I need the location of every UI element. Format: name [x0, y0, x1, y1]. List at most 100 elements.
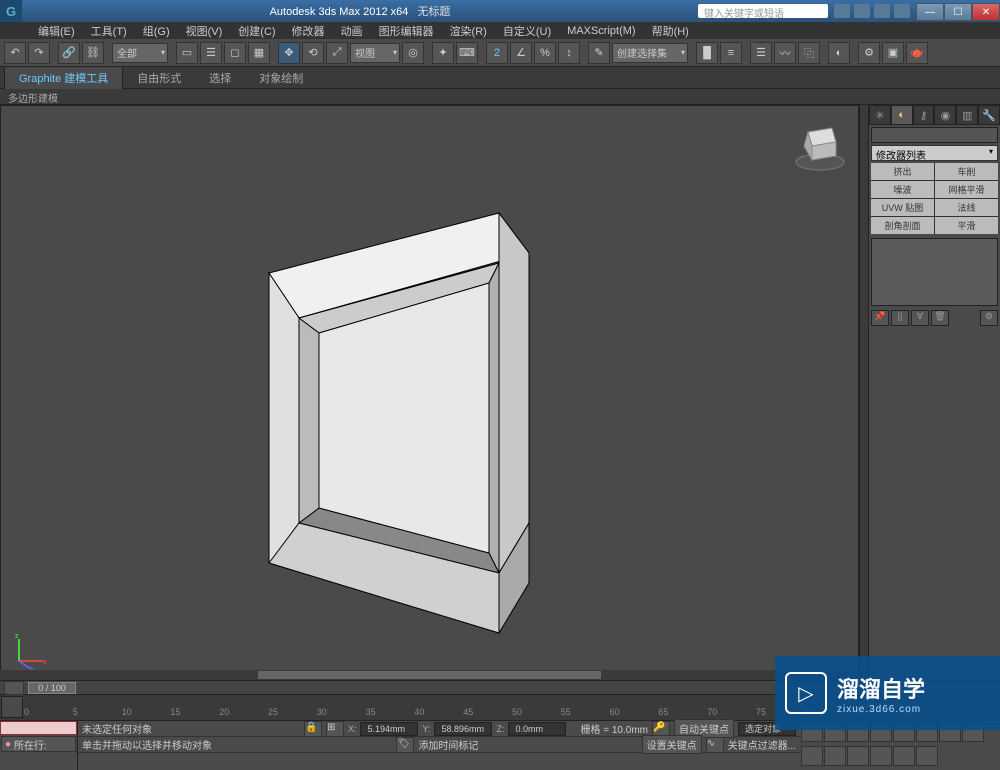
menu-group[interactable]: 组(G): [135, 23, 178, 39]
maximize-button[interactable]: ☐: [944, 3, 972, 21]
named-selection-dropdown[interactable]: 创建选择集: [612, 43, 688, 63]
show-end-result-button[interactable]: ||: [891, 310, 909, 326]
spinner-snap-button[interactable]: ↕: [558, 42, 580, 64]
cmd-tab-hierarchy[interactable]: ⚷: [913, 105, 935, 125]
minimize-button[interactable]: —: [916, 3, 944, 21]
app-icon[interactable]: G: [0, 0, 22, 22]
menu-maxscript[interactable]: MAXScript(M): [559, 25, 643, 37]
link-button[interactable]: 🔗: [58, 42, 80, 64]
time-slider-handle[interactable]: 0 / 100: [28, 682, 76, 694]
snap-percent-button[interactable]: %: [534, 42, 556, 64]
menu-tools[interactable]: 工具(T): [83, 23, 135, 39]
lock-selection-button[interactable]: 🔒: [304, 721, 322, 737]
unlink-button[interactable]: ⛓: [82, 42, 104, 64]
select-by-name-button[interactable]: ☰: [200, 42, 222, 64]
ribbon-item-selection[interactable]: 选择: [195, 70, 245, 86]
menu-edit[interactable]: 编辑(E): [30, 23, 83, 39]
mod-extrude[interactable]: 挤出: [871, 163, 934, 180]
cmd-tab-display[interactable]: ▥: [956, 105, 978, 125]
mod-bevel[interactable]: 剖角剖面: [871, 217, 934, 234]
material-editor-button[interactable]: ◐: [828, 42, 850, 64]
ribbon-tab-graphite[interactable]: Graphite 建模工具: [4, 66, 123, 89]
mirror-button[interactable]: ▐▌: [696, 42, 718, 64]
rendered-frame-button[interactable]: ▣: [882, 42, 904, 64]
mod-normal[interactable]: 法线: [935, 199, 998, 216]
modifier-stack[interactable]: [871, 238, 998, 306]
select-move-button[interactable]: ✥: [278, 42, 300, 64]
mod-lathe[interactable]: 车削: [935, 163, 998, 180]
schematic-view-button[interactable]: ⿻: [798, 42, 820, 64]
window-crossing-button[interactable]: ▦: [248, 42, 270, 64]
y-coord-field[interactable]: 58.896mm: [434, 722, 492, 736]
ribbon-item-paint[interactable]: 对象绘制: [245, 70, 317, 86]
snap-2d-button[interactable]: 2: [486, 42, 508, 64]
edit-selection-set-button[interactable]: ✎: [588, 42, 610, 64]
close-button[interactable]: ✕: [972, 3, 1000, 21]
help-icon[interactable]: [894, 4, 910, 18]
menu-grapheditors[interactable]: 图形编辑器: [371, 23, 442, 39]
menu-animation[interactable]: 动画: [333, 23, 371, 39]
viewport-h-scrollbar[interactable]: [0, 670, 859, 680]
keyboard-shortcut-button[interactable]: ⌨: [456, 42, 478, 64]
help-search-input[interactable]: 键入关键字或短语: [698, 4, 828, 18]
z-coord-field[interactable]: 0.0mm: [508, 722, 566, 736]
select-object-button[interactable]: ▭: [176, 42, 198, 64]
mod-meshsmooth[interactable]: 网格平滑: [935, 181, 998, 198]
ribbon-panel-polymodel[interactable]: 多边形建模: [0, 89, 1000, 105]
select-rotate-button[interactable]: ⟲: [302, 42, 324, 64]
script-mini-listener[interactable]: [0, 721, 77, 735]
nav-extra2-button[interactable]: [893, 746, 915, 766]
add-marker-label[interactable]: 添加时间标记: [418, 737, 478, 752]
nav-maximize-button[interactable]: [847, 746, 869, 766]
abs-transform-button[interactable]: ⊞: [326, 721, 344, 737]
search-icon[interactable]: [834, 4, 850, 18]
viewport-scrollbar[interactable]: [859, 105, 868, 680]
viewport-perspective[interactable]: z x y: [0, 105, 859, 680]
redo-button[interactable]: ↷: [28, 42, 50, 64]
align-button[interactable]: ≡: [720, 42, 742, 64]
menu-views[interactable]: 视图(V): [178, 23, 231, 39]
pin-stack-button[interactable]: 📌: [871, 310, 889, 326]
nav-extra3-button[interactable]: [916, 746, 938, 766]
nav-extra1-button[interactable]: [870, 746, 892, 766]
menu-create[interactable]: 创建(C): [230, 23, 283, 39]
object-name-field[interactable]: [871, 127, 998, 143]
modifier-list-dropdown[interactable]: 修改器列表: [871, 145, 998, 161]
menu-customize[interactable]: 自定义(U): [495, 23, 559, 39]
time-config-button[interactable]: [4, 681, 24, 695]
make-unique-button[interactable]: ∀: [911, 310, 929, 326]
render-production-button[interactable]: 🫖: [906, 42, 928, 64]
timeline-expand-button[interactable]: [1, 696, 23, 718]
script-output-line[interactable]: ● 所在行:: [1, 736, 76, 752]
undo-button[interactable]: ↶: [4, 42, 26, 64]
cmd-tab-create[interactable]: ✳: [869, 105, 891, 125]
ref-coord-dropdown[interactable]: 视图: [350, 43, 400, 63]
key-mode-button[interactable]: ∿: [706, 737, 724, 753]
selection-filter-dropdown[interactable]: 全部: [112, 43, 168, 63]
menu-modifiers[interactable]: 修改器: [284, 23, 333, 39]
mod-smooth[interactable]: 平滑: [935, 217, 998, 234]
cmd-tab-utilities[interactable]: 🔧: [978, 105, 1000, 125]
select-scale-button[interactable]: ⤢: [326, 42, 348, 64]
x-coord-field[interactable]: 5.194mm: [360, 722, 418, 736]
comm-center-icon[interactable]: [854, 4, 870, 18]
pivot-center-button[interactable]: ◎: [402, 42, 424, 64]
ribbon-item-freeform[interactable]: 自由形式: [123, 70, 195, 86]
menu-rendering[interactable]: 渲染(R): [442, 23, 495, 39]
setkey-button[interactable]: 设置关键点: [642, 735, 702, 754]
configure-sets-button[interactable]: ⚙: [980, 310, 998, 326]
viewcube[interactable]: [790, 114, 850, 174]
snap-angle-button[interactable]: ∠: [510, 42, 532, 64]
remove-modifier-button[interactable]: 🗑: [931, 310, 949, 326]
nav-orbit-button[interactable]: [824, 746, 846, 766]
key-filters-button[interactable]: 关键点过滤器...: [728, 737, 796, 752]
nav-fov-button[interactable]: [801, 746, 823, 766]
select-rect-button[interactable]: ◻: [224, 42, 246, 64]
render-setup-button[interactable]: ⚙: [858, 42, 880, 64]
layer-manager-button[interactable]: ☰: [750, 42, 772, 64]
menu-help[interactable]: 帮助(H): [644, 23, 697, 39]
cmd-tab-modify[interactable]: ◐: [891, 105, 913, 125]
curve-editor-button[interactable]: 〰: [774, 42, 796, 64]
manipulate-button[interactable]: ✦: [432, 42, 454, 64]
mod-noise[interactable]: 噪波: [871, 181, 934, 198]
